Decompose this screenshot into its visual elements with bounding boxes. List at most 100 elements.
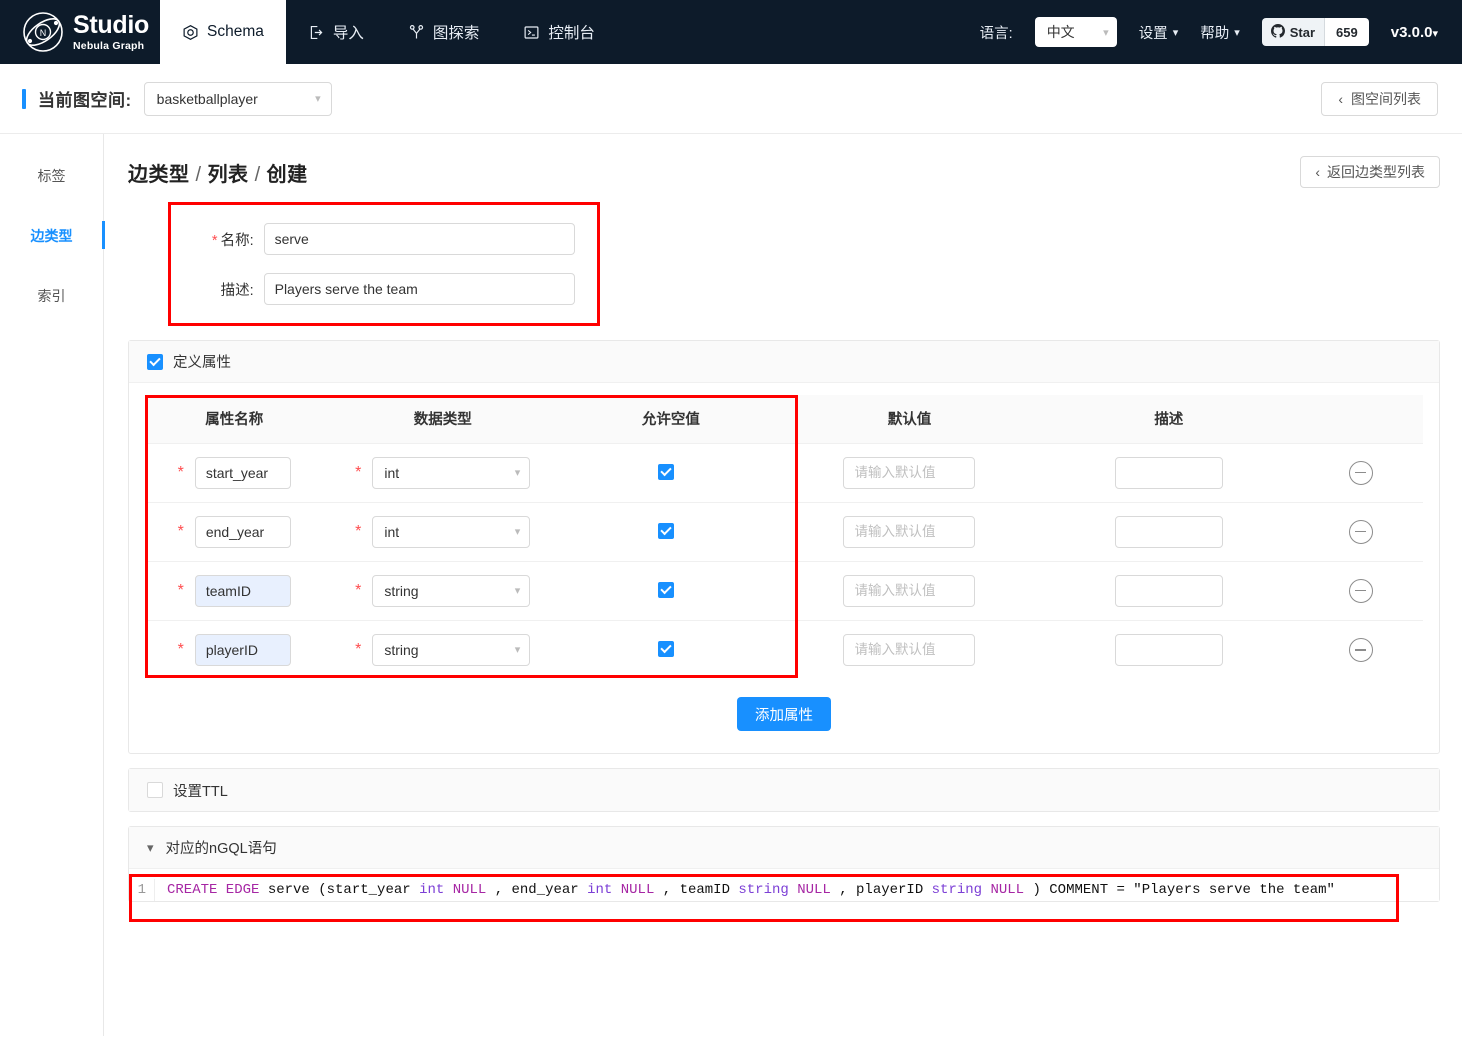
column-header-data-type: 数据类型 [323, 395, 562, 444]
cell-description [1039, 561, 1299, 621]
property-description-input[interactable] [1114, 633, 1223, 666]
ngql-token: ) COMMENT = "Players serve the team" [1024, 882, 1335, 898]
required-star: * [177, 581, 184, 599]
chevron-left-icon: ‹ [1338, 90, 1343, 107]
graph-space-select[interactable]: basketballplayer ▾ [143, 81, 332, 116]
settings-label: 设置 [1138, 25, 1168, 42]
github-star-count: 659 [1325, 18, 1369, 46]
sidebar-item-edge-types[interactable]: 边类型 [0, 220, 105, 252]
cell-nullable [562, 443, 780, 503]
default-value-input[interactable] [843, 633, 976, 666]
default-value-input[interactable] [843, 515, 976, 548]
settings-menu[interactable]: 设置 ▾ [1139, 22, 1179, 43]
table-row: * * int ▾ [145, 443, 1423, 503]
cell-property-name: * [145, 443, 324, 503]
cell-property-name: * [145, 502, 324, 562]
language-select[interactable]: 中文 ▾ [1034, 17, 1117, 47]
cell-data-type: * string ▾ [323, 561, 562, 621]
sidebar-item-tags[interactable]: 标签 [0, 160, 104, 192]
ngql-token-null: NULL [797, 882, 831, 898]
define-properties-label: 定义属性 [173, 355, 231, 371]
remove-property-icon[interactable] [1348, 460, 1373, 485]
property-description-input[interactable] [1114, 574, 1223, 607]
data-type-select[interactable]: int ▾ [372, 515, 531, 548]
table-row: * * string ▾ [145, 561, 1423, 621]
data-type-select[interactable]: string ▾ [372, 633, 531, 666]
help-label: 帮助 [1200, 25, 1230, 42]
sidebar-item-indexes[interactable]: 索引 [0, 280, 104, 312]
required-star: * [355, 581, 362, 599]
brand-title: Studio [73, 10, 149, 39]
define-properties-header: 定义属性 [129, 341, 1439, 383]
remove-property-icon[interactable] [1348, 578, 1373, 603]
import-icon [308, 24, 325, 41]
ngql-statement[interactable]: CREATE EDGE serve (start_year int NULL ,… [155, 879, 1335, 901]
property-name-input[interactable] [194, 515, 291, 548]
sidebar-item-indexes-label: 索引 [37, 288, 66, 304]
edge-name-input[interactable] [263, 223, 575, 255]
console-icon [523, 24, 540, 41]
nullable-checkbox[interactable] [657, 640, 674, 657]
nullable-checkbox[interactable] [657, 522, 674, 539]
top-navigation-bar: N Studio Nebula Graph Schema 导入 图探索 控制台 … [0, 0, 1462, 64]
default-value-input[interactable] [843, 574, 976, 607]
required-star: * [177, 522, 184, 540]
edge-description-input[interactable] [263, 273, 575, 305]
ngql-code-area: 1 CREATE EDGE serve (start_year int NULL… [129, 869, 1439, 922]
define-properties-checkbox[interactable] [147, 353, 163, 370]
remove-property-icon[interactable] [1348, 519, 1373, 544]
remove-property-icon[interactable] [1348, 637, 1373, 662]
graph-explore-icon [408, 24, 425, 41]
github-star-button[interactable]: Star 659 [1261, 18, 1369, 46]
space-list-button[interactable]: ‹ 图空间列表 [1321, 81, 1438, 116]
property-description-input[interactable] [1114, 456, 1223, 489]
name-field-row: * 名称: [193, 223, 575, 255]
main-content: 边类型/列表/创建 ‹ 返回边类型列表 *名称: 描述: 定义属性 [104, 134, 1462, 1036]
nav-item-graph-explore-label: 图探索 [432, 25, 480, 42]
nav-item-schema[interactable]: Schema [160, 0, 286, 64]
define-properties-panel: 定义属性 属性名称 数据类型 允许空值 默认值 描述 * start_year … [128, 340, 1440, 754]
data-type-select[interactable]: string ▾ [372, 574, 531, 607]
version-menu[interactable]: v3.0.0▾ [1391, 24, 1438, 41]
property-name-input[interactable] [194, 574, 291, 607]
back-button-label: 返回边类型列表 [1327, 164, 1425, 180]
schema-icon [182, 24, 199, 41]
column-header-property-name: 属性名称 [145, 395, 324, 444]
help-menu[interactable]: 帮助 ▾ [1200, 22, 1240, 43]
breadcrumb-part-2[interactable]: 列表 [208, 164, 249, 186]
brand-logo-area[interactable]: N Studio Nebula Graph [0, 0, 160, 64]
nav-item-console[interactable]: 控制台 [501, 0, 617, 64]
nullable-checkbox[interactable] [657, 463, 674, 480]
ngql-token: , teamID [654, 882, 739, 898]
cell-description [1039, 502, 1299, 562]
column-header-nullable: 允许空值 [562, 395, 780, 444]
cell-description [1039, 620, 1298, 679]
default-value-input[interactable] [843, 456, 976, 489]
add-property-button[interactable]: 添加属性 [737, 697, 831, 731]
required-star: * [355, 522, 362, 540]
chevron-down-icon: ▾ [1432, 27, 1438, 40]
nav-item-graph-explore[interactable]: 图探索 [386, 0, 502, 64]
code-line-number: 1 [129, 879, 155, 901]
ttl-panel: 设置TTL [128, 768, 1440, 812]
nullable-checkbox[interactable] [657, 581, 674, 598]
property-name-input[interactable] [194, 456, 291, 489]
ngql-header[interactable]: ▾ 对应的nGQL语句 [129, 827, 1439, 869]
chevron-down-icon: ▾ [514, 526, 521, 538]
data-type-select[interactable]: int ▾ [372, 456, 531, 489]
property-name-input[interactable] [194, 633, 291, 666]
ngql-token-type: int [587, 882, 613, 898]
basic-info-section: *名称: 描述: [168, 202, 600, 326]
breadcrumb-separator: / [254, 163, 261, 186]
ngql-token [444, 882, 452, 898]
ngql-token: , playerID [830, 882, 932, 898]
data-type-value: string [384, 582, 419, 599]
nav-item-schema-label: Schema [207, 23, 264, 40]
back-to-edge-list-button[interactable]: ‹ 返回边类型列表 [1300, 156, 1440, 188]
breadcrumb-part-1[interactable]: 边类型 [128, 164, 190, 186]
nav-item-import[interactable]: 导入 [286, 0, 386, 64]
ttl-checkbox[interactable] [147, 782, 163, 798]
property-description-input[interactable] [1114, 515, 1223, 548]
breadcrumb-part-3: 创建 [266, 163, 308, 186]
ngql-token [789, 882, 797, 898]
